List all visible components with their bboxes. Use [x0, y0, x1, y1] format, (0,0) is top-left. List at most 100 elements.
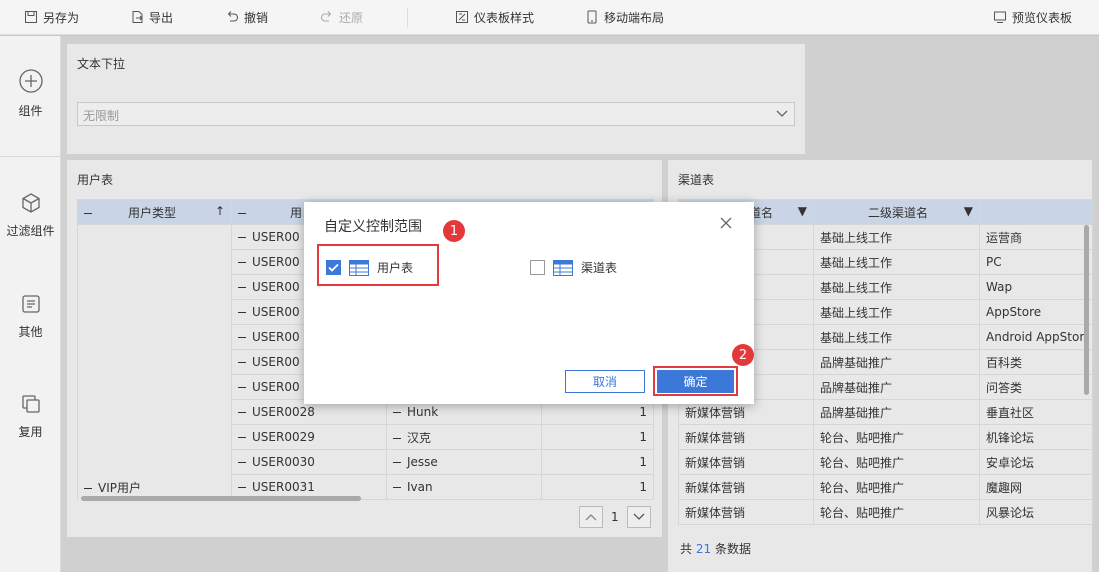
- cell-user-type: [77, 274, 232, 300]
- table-cell: AppStore: [979, 299, 1093, 325]
- copy-icon: [21, 395, 40, 413]
- prev-page-button[interactable]: [579, 506, 603, 528]
- rail-label-filter: 过滤组件: [6, 224, 55, 238]
- table-cell: 新媒体营销: [678, 424, 814, 450]
- option-channel-table[interactable]: 渠道表: [530, 259, 617, 276]
- table-cell: PC: [979, 249, 1093, 275]
- document-icon: [21, 295, 40, 313]
- cell-user-type: [77, 249, 232, 275]
- cell-user-type: [77, 399, 232, 425]
- table-cell: 机锋论坛: [979, 424, 1093, 450]
- cell-name: Jesse: [386, 449, 542, 475]
- monitor-icon: [994, 11, 1006, 23]
- toolbar-divider: [407, 8, 408, 28]
- widget-title: 文本下拉: [77, 57, 126, 71]
- table-cell: Android AppStor: [979, 324, 1093, 350]
- table-row: 新媒体营销 轮台、贴吧推广 安卓论坛: [678, 449, 1093, 475]
- widget-title: 用户表: [77, 173, 114, 187]
- next-page-button[interactable]: [626, 506, 651, 528]
- dashboard-style-label: 仪表板样式: [474, 10, 535, 25]
- cell-user-type: [77, 374, 232, 400]
- rail-label-reuse: 复用: [18, 425, 43, 439]
- rail-item-components[interactable]: 组件: [0, 68, 61, 119]
- table-cell: 轮台、贴吧推广: [813, 449, 980, 475]
- save-icon: [25, 11, 37, 23]
- table-cell: 运营商: [979, 224, 1093, 250]
- rail-label-other: 其他: [18, 325, 43, 339]
- table-row: USER0030 Jesse 1: [77, 449, 654, 475]
- redo-label: 还原: [339, 10, 364, 25]
- option-label: 用户表: [377, 261, 414, 275]
- table-row: 新媒体营销 轮台、贴吧推广 机锋论坛: [678, 424, 1093, 450]
- step-badge: 1: [443, 220, 465, 242]
- table-cell: 新媒体营销: [678, 474, 814, 500]
- undo-button[interactable]: 撤销: [225, 8, 268, 26]
- table-cell: 魔趣网: [979, 474, 1093, 500]
- redo-icon: [321, 11, 332, 22]
- export-label: 导出: [149, 10, 174, 25]
- table-cell: 安卓论坛: [979, 449, 1093, 475]
- option-user-table[interactable]: 用户表: [326, 259, 413, 276]
- table-cell: 品牌基础推广: [813, 349, 980, 375]
- style-icon: [456, 11, 468, 23]
- vertical-scrollbar[interactable]: [1084, 225, 1089, 395]
- mobile-icon: [587, 10, 597, 24]
- table-cell: 基础上线工作: [813, 224, 980, 250]
- table-cell: 基础上线工作: [813, 249, 980, 275]
- preview-label: 预览仪表板: [1012, 10, 1073, 25]
- close-icon[interactable]: [720, 217, 732, 229]
- export-button[interactable]: 导出: [130, 8, 173, 26]
- cell-user-id: USER0029: [231, 424, 387, 450]
- table-cell: 垂直社区: [979, 399, 1093, 425]
- text-dropdown-select[interactable]: 无限制: [77, 102, 795, 126]
- table-cell: 品牌基础推广: [813, 399, 980, 425]
- toolbar: 另存为 导出 撤销 还原 仪表板样式 移动端布局 预览仪表板: [0, 0, 1099, 35]
- save-as-button[interactable]: 另存为: [24, 8, 79, 26]
- redo-button[interactable]: 还原: [320, 8, 363, 26]
- custom-scope-dialog: 自定义控制范围 1 用户表 渠道表 取消 确定 2: [304, 202, 754, 404]
- pager: 1: [579, 506, 651, 528]
- header-user-type[interactable]: 用户类型 ↑: [77, 199, 232, 225]
- cell-user-type: [77, 449, 232, 475]
- table-row: 新媒体营销 轮台、贴吧推广 魔趣网: [678, 474, 1093, 500]
- table-cell: 轮台、贴吧推广: [813, 499, 980, 525]
- table-icon: [349, 259, 369, 276]
- horizontal-scrollbar[interactable]: [81, 496, 361, 501]
- cell-user-type: [77, 424, 232, 450]
- mobile-layout-label: 移动端布局: [604, 10, 665, 25]
- cell-count: 1: [541, 449, 654, 475]
- step-badge: 2: [732, 344, 754, 366]
- dialog-title: 自定义控制范围: [324, 219, 422, 235]
- table-icon: [553, 259, 573, 276]
- rail-item-filter[interactable]: 过滤组件: [0, 192, 61, 239]
- undo-icon: [227, 11, 238, 22]
- chevron-down-icon: [633, 513, 645, 520]
- record-count: 共 21 条数据: [680, 542, 751, 556]
- rail-divider: [0, 156, 61, 157]
- header-channel-2[interactable]: 二级渠道名 ▼: [813, 199, 980, 225]
- checkbox-unchecked[interactable]: [530, 260, 545, 275]
- option-label: 渠道表: [581, 261, 618, 275]
- checkbox-checked[interactable]: [326, 260, 341, 275]
- cell-name: Ivan: [386, 474, 542, 500]
- cell-user-id: USER0030: [231, 449, 387, 475]
- page-number: 1: [611, 510, 619, 524]
- rail-item-reuse[interactable]: 复用: [0, 393, 61, 440]
- widget-title: 渠道表: [678, 173, 715, 187]
- cancel-button[interactable]: 取消: [565, 370, 645, 393]
- header-channel-3[interactable]: [979, 199, 1093, 225]
- table-cell: 基础上线工作: [813, 324, 980, 350]
- table-row: 新媒体营销 轮台、贴吧推广 风暴论坛: [678, 499, 1093, 525]
- table-cell: Wap: [979, 274, 1093, 300]
- confirm-button[interactable]: 确定: [657, 370, 734, 393]
- rail-item-other[interactable]: 其他: [0, 293, 61, 340]
- cell-user-type: [77, 324, 232, 350]
- plus-circle-icon: [18, 69, 43, 93]
- mobile-layout-button[interactable]: 移动端布局: [585, 8, 664, 26]
- dashboard-style-button[interactable]: 仪表板样式: [455, 8, 534, 26]
- table-cell: 新媒体营销: [678, 499, 814, 525]
- preview-dashboard-button[interactable]: 预览仪表板: [993, 8, 1072, 26]
- cell-user-type: [77, 299, 232, 325]
- table-cell: 轮台、贴吧推广: [813, 424, 980, 450]
- chevron-down-icon: [776, 110, 788, 117]
